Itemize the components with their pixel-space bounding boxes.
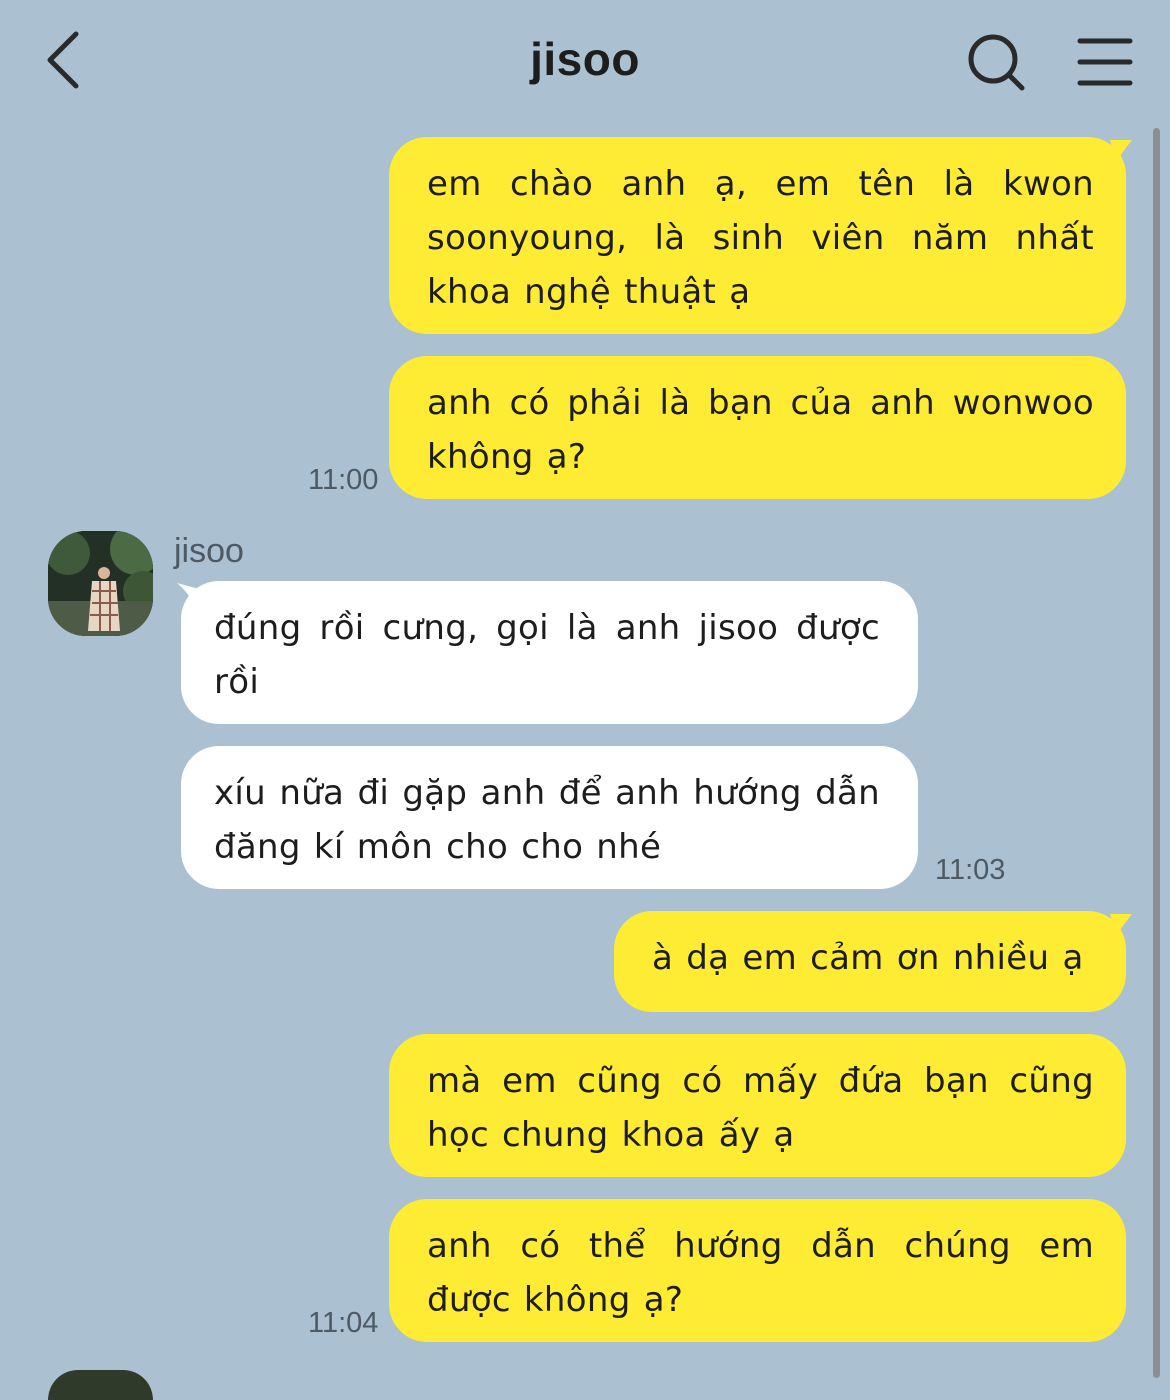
scrollbar[interactable] xyxy=(1153,128,1160,1378)
message-bubble-sent[interactable]: mà em cũng có mấy đứa bạn cũng học chung… xyxy=(389,1034,1126,1177)
message-bubble-sent[interactable]: à dạ em cảm ơn nhiều ạ xyxy=(614,911,1126,1012)
message-bubble-sent[interactable]: em chào anh ạ, em tên là kwon soonyoung,… xyxy=(389,137,1126,334)
message-bubble-received[interactable]: xíu nữa đi gặp anh để anh hướng dẫn đăng… xyxy=(181,746,918,889)
hamburger-menu-icon xyxy=(1077,38,1133,86)
message-timestamp: 11:04 xyxy=(308,1307,379,1339)
avatar[interactable] xyxy=(48,1370,153,1400)
message-bubble-sent[interactable]: anh có phải là bạn của anh wonwoo không … xyxy=(389,356,1126,499)
search-button[interactable] xyxy=(962,28,1032,98)
message-bubble-received[interactable]: đúng rồi cưng, gọi là anh jisoo được rồi xyxy=(181,581,918,724)
search-icon xyxy=(968,34,1025,91)
message-bubble-sent[interactable]: anh có thể hướng dẫn chúng em được không… xyxy=(389,1199,1126,1342)
message-timestamp: 11:03 xyxy=(935,854,1006,886)
menu-button[interactable] xyxy=(1074,34,1136,90)
message-timestamp: 11:00 xyxy=(308,464,379,496)
chat-header: jisoo xyxy=(0,0,1170,122)
sender-name: jisoo xyxy=(174,532,244,570)
avatar[interactable] xyxy=(48,531,153,636)
avatar-photo xyxy=(48,531,153,636)
